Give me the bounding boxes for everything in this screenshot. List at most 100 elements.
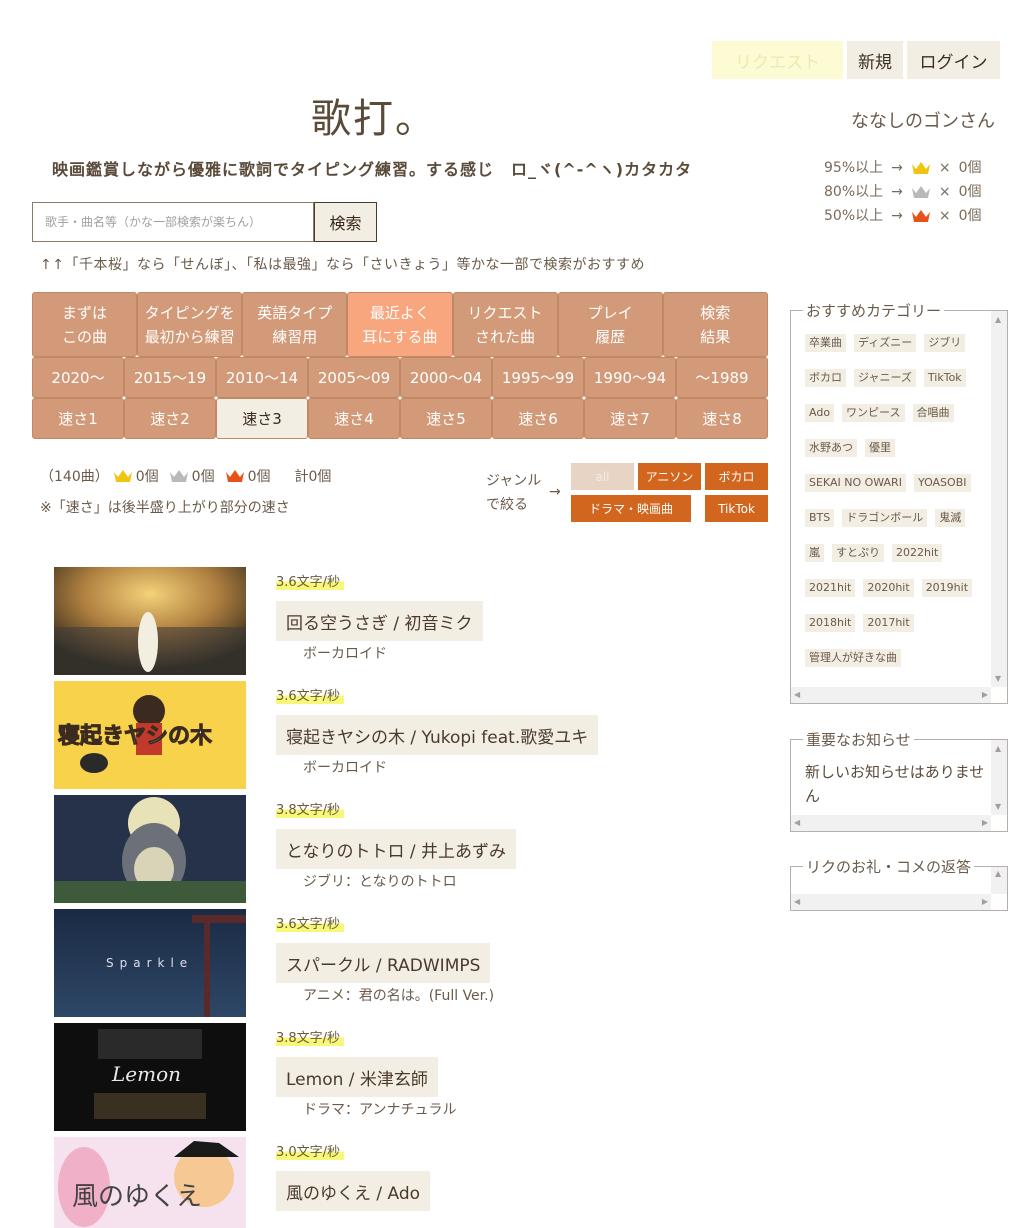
tab-year[interactable]: 2015～19: [124, 357, 216, 398]
song-item[interactable]: 3.6文字/秒 回る空うさぎ / 初音ミク ボーカロイド: [54, 567, 754, 675]
stat-count: 0個: [958, 184, 982, 200]
category-tag[interactable]: ディズニー: [854, 334, 917, 352]
song-thumbnail[interactable]: 寝起きヤシの木: [54, 681, 246, 789]
category-tag[interactable]: 2020hit: [863, 579, 914, 597]
song-item[interactable]: Sparkle 3.6文字/秒 スパークル / RADWIMPS アニメ：君の名…: [54, 909, 754, 1017]
category-tag[interactable]: 水野あつ: [805, 439, 857, 457]
song-title[interactable]: 寝起きヤシの木 / Yukopi feat.歌愛ユキ: [276, 715, 599, 755]
tab-first-song[interactable]: まずは この曲: [32, 292, 138, 357]
tab-year[interactable]: 2000～04: [400, 357, 492, 398]
song-thumbnail[interactable]: 風のゆくえ: [54, 1137, 246, 1228]
scroll-right-icon[interactable]: ▶: [982, 690, 988, 699]
category-tag[interactable]: ジブリ: [924, 334, 966, 352]
scroll-up-icon[interactable]: ▲: [995, 869, 1001, 878]
tab-search-results[interactable]: 検索 結果: [662, 292, 768, 357]
tab-year[interactable]: ～1989: [676, 357, 768, 398]
category-tag[interactable]: 2018hit: [805, 614, 856, 632]
tab-requested[interactable]: リクエスト された曲: [452, 292, 558, 357]
tab-speed[interactable]: 速さ2: [124, 398, 216, 439]
song-thumbnail[interactable]: [54, 567, 246, 675]
category-tag[interactable]: 2019hit: [921, 579, 973, 597]
song-item[interactable]: Lemon 3.8文字/秒 Lemon / 米津玄師 ドラマ：アンナチュラル: [54, 1023, 754, 1131]
category-tag[interactable]: 卒業曲: [805, 334, 846, 352]
vertical-scrollbar[interactable]: ▲ ▼: [991, 311, 1007, 687]
song-title[interactable]: スパークル / RADWIMPS: [276, 943, 491, 983]
song-speed: 3.6文字/秒: [276, 571, 345, 590]
category-tag[interactable]: ボカロ: [805, 369, 846, 387]
vertical-scrollbar[interactable]: ▲ ▼: [991, 740, 1007, 815]
song-thumbnail[interactable]: Lemon: [54, 1023, 246, 1131]
scroll-down-icon[interactable]: ▼: [995, 674, 1001, 683]
song-title[interactable]: 回る空うさぎ / 初音ミク: [276, 601, 483, 641]
request-button[interactable]: リクエスト: [712, 41, 843, 79]
horizontal-scrollbar[interactable]: ◀ ▶: [791, 687, 991, 703]
tab-year[interactable]: 1990～94: [584, 357, 676, 398]
genre-all-button[interactable]: all: [571, 463, 634, 490]
scroll-up-icon[interactable]: ▲: [995, 744, 1001, 753]
tab-speed[interactable]: 速さ6: [492, 398, 584, 439]
song-item[interactable]: 寝起きヤシの木 3.6文字/秒 寝起きヤシの木 / Yukopi feat.歌愛…: [54, 681, 754, 789]
category-tag[interactable]: SEKAI NO OWARI: [805, 474, 906, 492]
notice-panel: 重要なお知らせ 新しいお知らせはありません ▲ ▼ ◀ ▶: [790, 729, 1008, 832]
scroll-right-icon[interactable]: ▶: [982, 818, 988, 827]
category-tag[interactable]: すとぷり: [832, 544, 884, 562]
genre-drama-button[interactable]: ドラマ・映画曲: [571, 495, 691, 522]
song-thumbnail[interactable]: Sparkle: [54, 909, 246, 1017]
tab-speed[interactable]: 速さ8: [676, 398, 768, 439]
category-tag[interactable]: 鬼滅: [935, 509, 966, 527]
tab-recent-popular[interactable]: 最近よく 耳にする曲: [347, 292, 453, 357]
tab-speed-selected[interactable]: 速さ3: [216, 398, 308, 439]
tab-speed[interactable]: 速さ7: [584, 398, 676, 439]
tab-year[interactable]: 2020～: [32, 357, 124, 398]
song-item[interactable]: 3.8文字/秒 となりのトトロ / 井上あずみ ジブリ：となりのトトロ: [54, 795, 754, 903]
genre-tiktok-button[interactable]: TikTok: [705, 495, 768, 522]
scroll-left-icon[interactable]: ◀: [794, 897, 800, 906]
tab-speed[interactable]: 速さ5: [400, 398, 492, 439]
login-button[interactable]: ログイン: [907, 41, 1000, 79]
site-logo[interactable]: 歌打。: [311, 86, 437, 144]
song-item[interactable]: 風のゆくえ 3.0文字/秒 風のゆくえ / Ado: [54, 1137, 754, 1228]
category-tag[interactable]: 嵐: [805, 544, 824, 562]
svg-text:Sparkle: Sparkle: [106, 956, 193, 970]
category-tag[interactable]: 2017hit: [863, 614, 914, 632]
username[interactable]: ななしのゴンさん: [851, 107, 995, 133]
category-tag[interactable]: 2022hit: [892, 544, 943, 562]
song-title[interactable]: Lemon / 米津玄師: [276, 1057, 438, 1097]
signup-button[interactable]: 新規: [847, 41, 903, 79]
total-count: 計0個: [294, 469, 332, 485]
tab-speed[interactable]: 速さ1: [32, 398, 124, 439]
song-title[interactable]: 風のゆくえ / Ado: [276, 1171, 431, 1211]
scroll-left-icon[interactable]: ◀: [794, 818, 800, 827]
tab-play-history[interactable]: プレイ 履歴: [557, 292, 663, 357]
category-tag[interactable]: ワンピース: [842, 404, 905, 422]
song-title[interactable]: となりのトトロ / 井上あずみ: [276, 829, 517, 869]
tab-speed[interactable]: 速さ4: [308, 398, 400, 439]
vertical-scrollbar[interactable]: ▲: [991, 867, 1007, 894]
category-tag[interactable]: 優里: [865, 439, 895, 457]
category-tag[interactable]: 管理人が好きな曲: [805, 649, 901, 667]
tab-year[interactable]: 1995～99: [492, 357, 584, 398]
tab-english[interactable]: 英語タイプ 練習用: [242, 292, 348, 357]
scroll-up-icon[interactable]: ▲: [995, 315, 1001, 324]
tab-year[interactable]: 2005～09: [308, 357, 400, 398]
horizontal-scrollbar[interactable]: ◀ ▶: [791, 815, 991, 831]
search-input[interactable]: [32, 202, 314, 242]
scroll-right-icon[interactable]: ▶: [982, 897, 988, 906]
genre-anison-button[interactable]: アニソン: [638, 463, 701, 490]
scroll-down-icon[interactable]: ▼: [995, 802, 1001, 811]
category-tag[interactable]: 2021hit: [805, 579, 856, 597]
horizontal-scrollbar[interactable]: ◀ ▶: [791, 894, 991, 910]
category-tag[interactable]: YOASOBI: [913, 474, 971, 492]
genre-vocaloid-button[interactable]: ボカロ: [705, 463, 768, 490]
category-tag[interactable]: ドラゴンボール: [842, 509, 928, 527]
tab-year[interactable]: 2010～14: [216, 357, 308, 398]
search-button[interactable]: 検索: [314, 202, 377, 242]
category-tag[interactable]: TikTok: [923, 369, 966, 387]
song-thumbnail[interactable]: [54, 795, 246, 903]
tab-beginner[interactable]: タイピングを 最初から練習: [137, 292, 243, 357]
category-tag[interactable]: Ado: [805, 404, 835, 422]
scroll-left-icon[interactable]: ◀: [794, 690, 800, 699]
category-tag[interactable]: 合唱曲: [912, 404, 954, 422]
category-tag[interactable]: ジャニーズ: [854, 369, 916, 387]
category-tag[interactable]: BTS: [805, 509, 835, 527]
